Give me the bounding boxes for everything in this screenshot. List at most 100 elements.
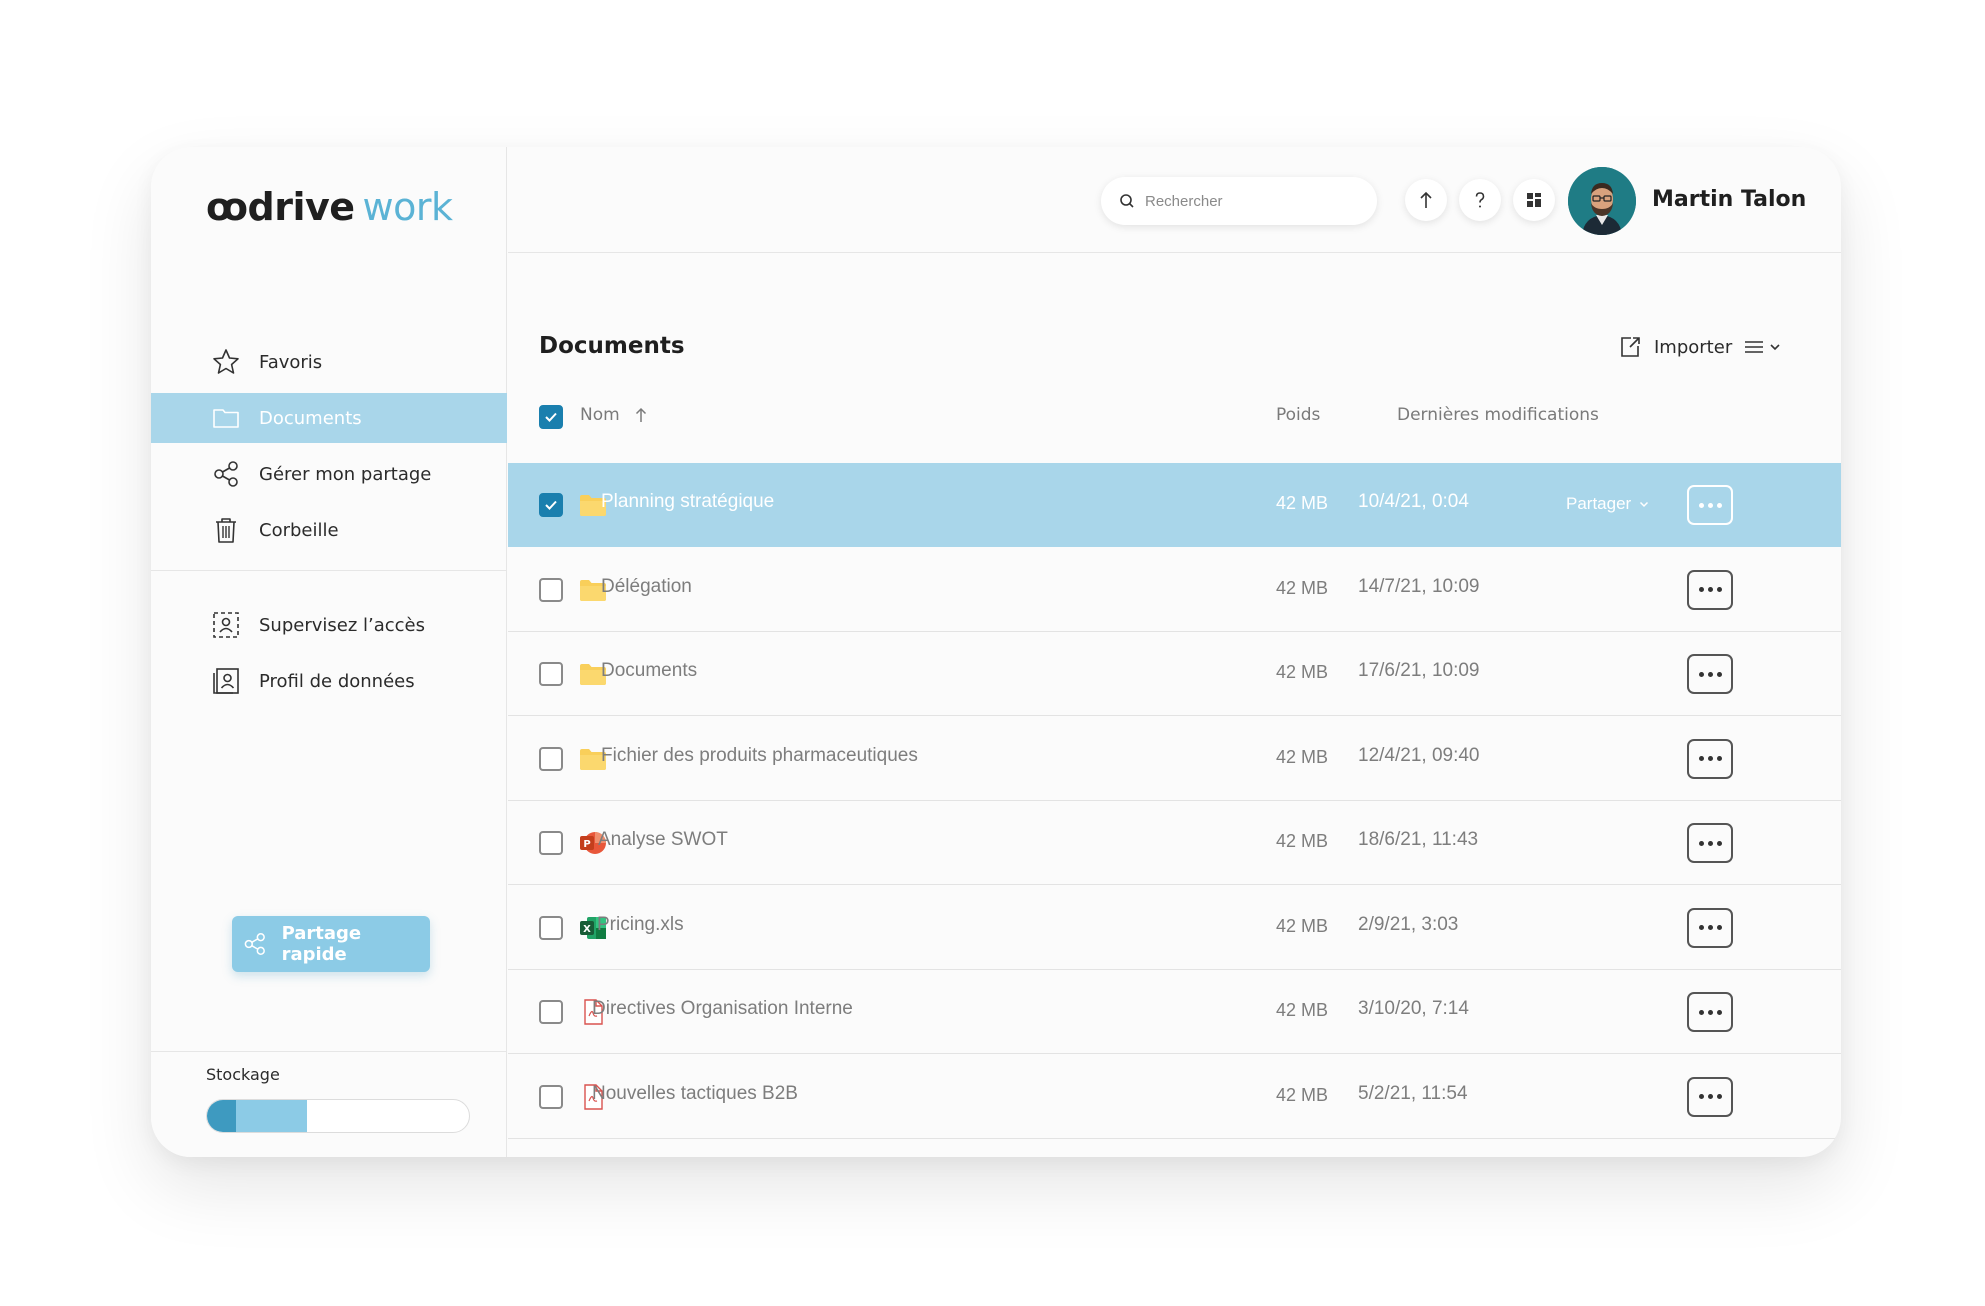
row-checkbox[interactable] — [539, 831, 563, 855]
more-options-button[interactable] — [1687, 1076, 1733, 1117]
file-name[interactable]: Nouvelles tactiques B2B — [592, 1083, 798, 1105]
table-row[interactable]: Documents 42 MB 17/6/21, 10:09 — [508, 632, 1841, 716]
upload-button[interactable] — [1405, 179, 1447, 221]
table-row[interactable]: Directives Organisation Interne 42 MB 3/10… — [508, 970, 1841, 1054]
dot — [1716, 840, 1722, 846]
check-icon — [545, 500, 557, 510]
check-icon — [545, 412, 557, 422]
file-size: 42 MB — [1276, 746, 1329, 767]
file-name[interactable]: Documents — [601, 660, 697, 682]
primary-nav: Favoris Documents Gérer mon partage Corb… — [151, 337, 507, 561]
table-row[interactable]: Fichier des produits pharmaceutiques 42 M… — [508, 717, 1841, 801]
dot — [1707, 840, 1713, 846]
dot — [1716, 756, 1722, 761]
more-options-button[interactable] — [1687, 485, 1733, 525]
sidebar-divider — [151, 1051, 507, 1052]
chevron-down-icon — [1770, 344, 1780, 351]
sidebar: ꝏdrive work Favoris Documents Gérer mon p… — [151, 147, 507, 1157]
file-modified-date: 14/7/21, 10:09 — [1358, 575, 1480, 597]
row-checkbox[interactable] — [539, 1000, 563, 1024]
file-size: 42 MB — [1276, 1084, 1329, 1105]
file-size: 42 MB — [1276, 577, 1329, 598]
quick-share-button[interactable]: Partage rapide — [232, 916, 430, 972]
more-options-button[interactable] — [1687, 907, 1733, 948]
more-options-button[interactable] — [1687, 654, 1733, 694]
dot — [1698, 502, 1704, 508]
sidebar-item-label: Gérer mon partage — [259, 463, 432, 485]
search-box[interactable] — [1101, 177, 1377, 225]
column-header-name[interactable]: Nom — [580, 405, 648, 425]
storage-progress-bar — [206, 1099, 470, 1133]
table-row[interactable]: P Analyse SWOT 42 MB 18/6/21, 11:43 — [508, 801, 1841, 885]
access-icon — [213, 612, 239, 638]
dot — [1707, 756, 1713, 761]
dot — [1716, 1009, 1722, 1015]
dot — [1698, 1009, 1704, 1015]
row-checkbox[interactable] — [539, 746, 563, 771]
svg-text:P: P — [583, 839, 590, 850]
file-modified-date: 18/6/21, 11:43 — [1358, 829, 1479, 850]
file-size: 42 MB — [1276, 1000, 1329, 1020]
file-name[interactable]: Fichier des produits pharmaceutiques — [601, 745, 918, 767]
sidebar-item-label: Favoris — [259, 351, 323, 373]
more-options-button[interactable] — [1687, 823, 1733, 863]
dot — [1716, 925, 1722, 930]
sidebar-item-favoris[interactable]: Favoris — [151, 337, 507, 387]
row-checkbox[interactable] — [539, 1084, 563, 1109]
file-modified-date: 10/4/21, 0:04 — [1358, 491, 1469, 512]
column-header-modified[interactable]: Dernières modifications — [1397, 405, 1599, 425]
top-bar: Martin Talon — [508, 147, 1841, 253]
dot — [1707, 502, 1713, 508]
file-name[interactable]: Directives Organisation Interne — [592, 998, 853, 1020]
help-button[interactable] — [1459, 179, 1501, 221]
file-name[interactable]: Analyse SWOT — [598, 829, 728, 851]
sidebar-item-partage[interactable]: Gérer mon partage — [151, 449, 507, 499]
file-name[interactable]: Planning stratégique — [601, 491, 774, 513]
column-header-size[interactable]: Poids — [1276, 405, 1320, 425]
avatar[interactable] — [1568, 167, 1636, 235]
trash-icon — [216, 518, 236, 543]
sidebar-item-corbeille[interactable]: Corbeille — [151, 505, 507, 555]
sidebar-item-supervisez-acces[interactable]: Supervisez l’accès — [151, 600, 507, 650]
share-dropdown-label: Partager — [1566, 494, 1632, 513]
sidebar-item-label: Supervisez l’accès — [259, 614, 426, 636]
more-options-button[interactable] — [1687, 569, 1733, 610]
sidebar-divider — [151, 570, 507, 571]
app-window: ꝏdrive work Favoris Documents Gérer mon p… — [151, 147, 1841, 1157]
dot — [1698, 840, 1704, 846]
table-row[interactable]: Nouvelles tactiques B2B 42 MB 5/2/21, 11:5… — [508, 1055, 1841, 1139]
list-view-icon — [1745, 341, 1763, 353]
import-button[interactable]: Importer — [1618, 335, 1732, 359]
file-size: 42 MB — [1276, 662, 1329, 682]
table-row[interactable]: Délégation 42 MB 14/7/21, 10:09 — [508, 548, 1841, 632]
dot — [1707, 1009, 1713, 1015]
share-icon — [214, 461, 238, 487]
row-checkbox[interactable] — [539, 662, 563, 686]
more-options-button[interactable] — [1687, 738, 1733, 779]
row-checkbox[interactable] — [539, 493, 563, 517]
apps-button[interactable] — [1513, 179, 1555, 221]
more-options-button[interactable] — [1687, 992, 1733, 1032]
row-checkbox[interactable] — [539, 915, 563, 940]
share-dropdown[interactable]: Partager — [1566, 494, 1649, 514]
file-modified-date: 12/4/21, 09:40 — [1358, 744, 1480, 766]
view-options-dropdown[interactable] — [1743, 339, 1781, 355]
file-name[interactable]: Pricing.xls — [597, 914, 684, 936]
dot — [1698, 587, 1704, 592]
logo[interactable]: ꝏdrive work — [206, 185, 453, 229]
logo-suffix: work — [362, 185, 453, 229]
sidebar-item-profil-donnees[interactable]: Profil de données — [151, 656, 507, 706]
quick-share-label: Partage rapide — [281, 923, 362, 965]
dot — [1716, 502, 1722, 508]
file-name[interactable]: Délégation — [601, 576, 692, 598]
table-row[interactable]: X Pricing.xls 42 MB 2/9/21, 3:03 — [508, 886, 1841, 970]
sidebar-item-documents[interactable]: Documents — [151, 393, 507, 443]
dot — [1716, 587, 1722, 592]
search-input[interactable] — [1145, 192, 1355, 210]
file-modified-date: 5/2/21, 11:54 — [1358, 1082, 1468, 1104]
row-checkbox[interactable] — [539, 577, 563, 602]
table-row[interactable]: Planning stratégique 42 MB 10/4/21, 0:04 Pa… — [508, 463, 1841, 547]
select-all-checkbox[interactable] — [539, 405, 563, 429]
user-name[interactable]: Martin Talon — [1652, 187, 1806, 212]
search-icon — [1120, 194, 1134, 208]
